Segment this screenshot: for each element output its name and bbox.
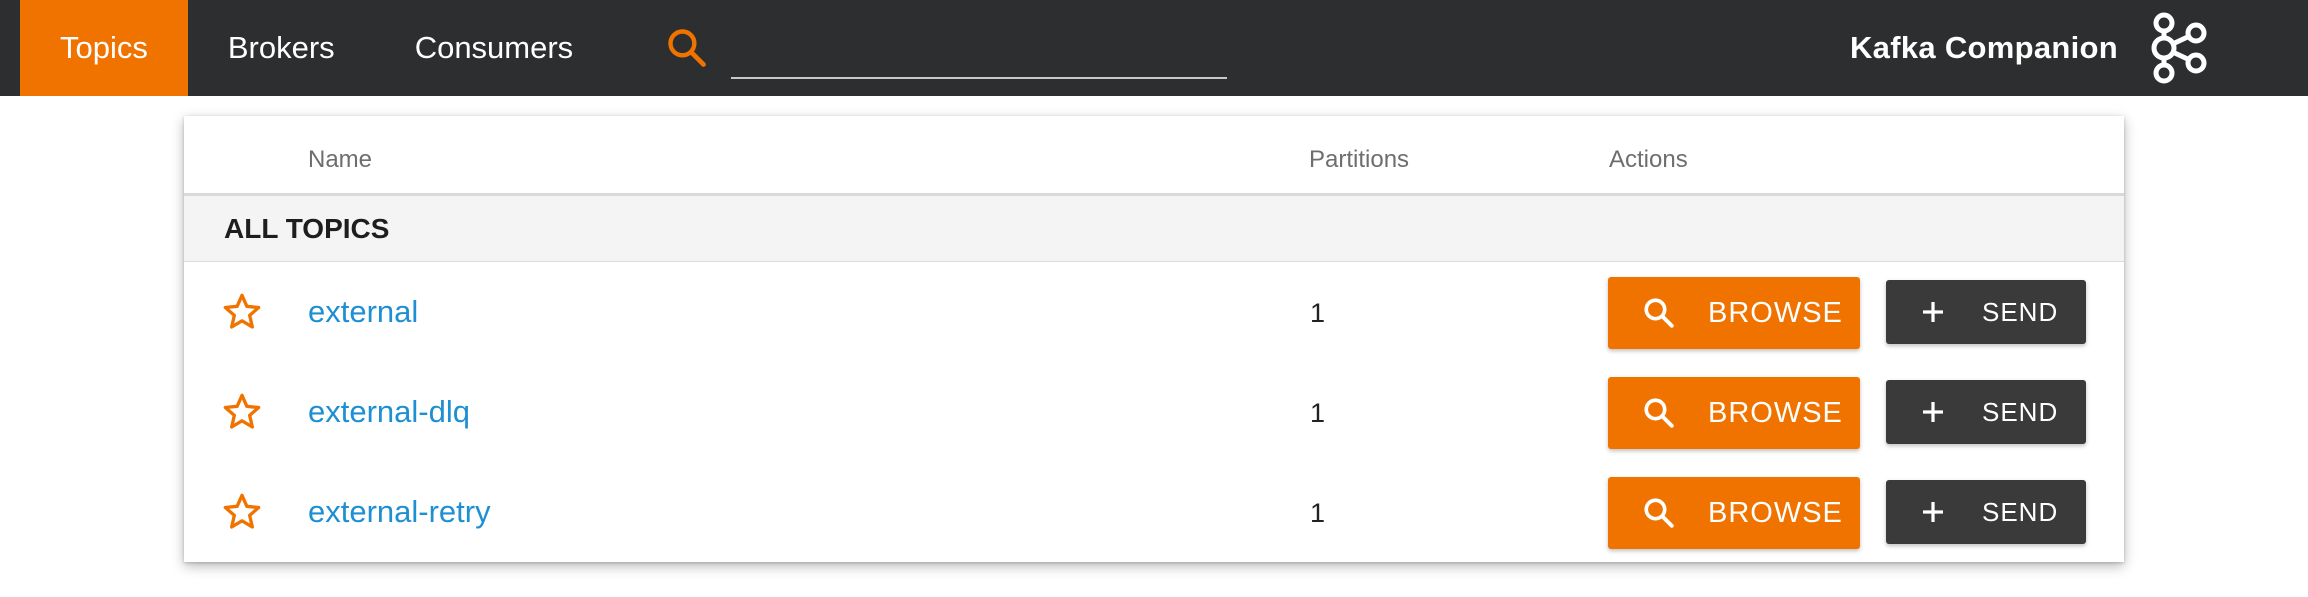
search-bar <box>665 0 1227 96</box>
browse-label: BROWSE <box>1708 496 1843 529</box>
topic-name-link[interactable]: external <box>308 294 418 330</box>
send-label: SEND <box>1982 496 2059 527</box>
brand-name: Kafka Companion <box>1849 30 2118 65</box>
plus-icon <box>1923 502 1943 522</box>
nav-tab-brokers[interactable]: Brokers <box>188 0 375 96</box>
plus-icon <box>1923 302 1943 322</box>
partitions-count: 1 <box>1310 498 1326 528</box>
partitions-count: 1 <box>1310 398 1326 428</box>
browse-button[interactable]: BROWSE <box>1608 477 1860 549</box>
column-header-actions: Actions <box>1609 146 1688 173</box>
topic-name-link[interactable]: external-dlq <box>308 394 470 430</box>
star-outline-icon[interactable] <box>222 392 262 432</box>
send-button[interactable]: SEND <box>1886 280 2086 344</box>
browse-button[interactable]: BROWSE <box>1608 277 1860 349</box>
column-header-name: Name <box>308 146 373 173</box>
search-input[interactable] <box>731 33 1227 79</box>
browse-label: BROWSE <box>1708 396 1843 429</box>
topic-name-link[interactable]: external-retry <box>308 494 491 530</box>
nav-tab-topics[interactable]: Topics <box>20 0 188 96</box>
browse-label: BROWSE <box>1708 296 1843 329</box>
table-row: external-retry 1 BROWSE SEND <box>184 462 2124 562</box>
topics-table: Name Partitions Actions ALL TOPICS exter… <box>184 116 2124 562</box>
send-button[interactable]: SEND <box>1886 380 2086 444</box>
main-nav: Topics Brokers Consumers <box>20 0 613 96</box>
star-outline-icon[interactable] <box>222 492 262 532</box>
nav-tab-consumers[interactable]: Consumers <box>375 0 614 96</box>
partitions-count: 1 <box>1310 298 1326 328</box>
kafka-logo-icon <box>2151 12 2207 84</box>
send-label: SEND <box>1982 396 2059 427</box>
table-row: external-dlq 1 BROWSE SEND <box>184 362 2124 462</box>
plus-icon <box>1923 402 1943 422</box>
table-header: Name Partitions Actions <box>184 116 2124 196</box>
search-icon <box>1644 498 1674 528</box>
table-row: external 1 BROWSE SEND <box>184 262 2124 362</box>
search-icon <box>1644 398 1674 428</box>
send-label: SEND <box>1982 296 2059 327</box>
topic-rows: external 1 BROWSE SEND external-dlq 1 BR… <box>184 262 2124 562</box>
browse-button[interactable]: BROWSE <box>1608 377 1860 449</box>
send-button[interactable]: SEND <box>1886 480 2086 544</box>
column-header-partitions: Partitions <box>1309 146 1410 173</box>
star-outline-icon[interactable] <box>222 292 262 332</box>
group-header-all-topics: ALL TOPICS <box>184 196 2124 262</box>
brand: Kafka Companion <box>1850 0 2212 96</box>
search-icon <box>1644 298 1674 328</box>
search-icon[interactable] <box>665 26 709 70</box>
top-bar: Topics Brokers Consumers Kafka Companion <box>0 0 2308 96</box>
